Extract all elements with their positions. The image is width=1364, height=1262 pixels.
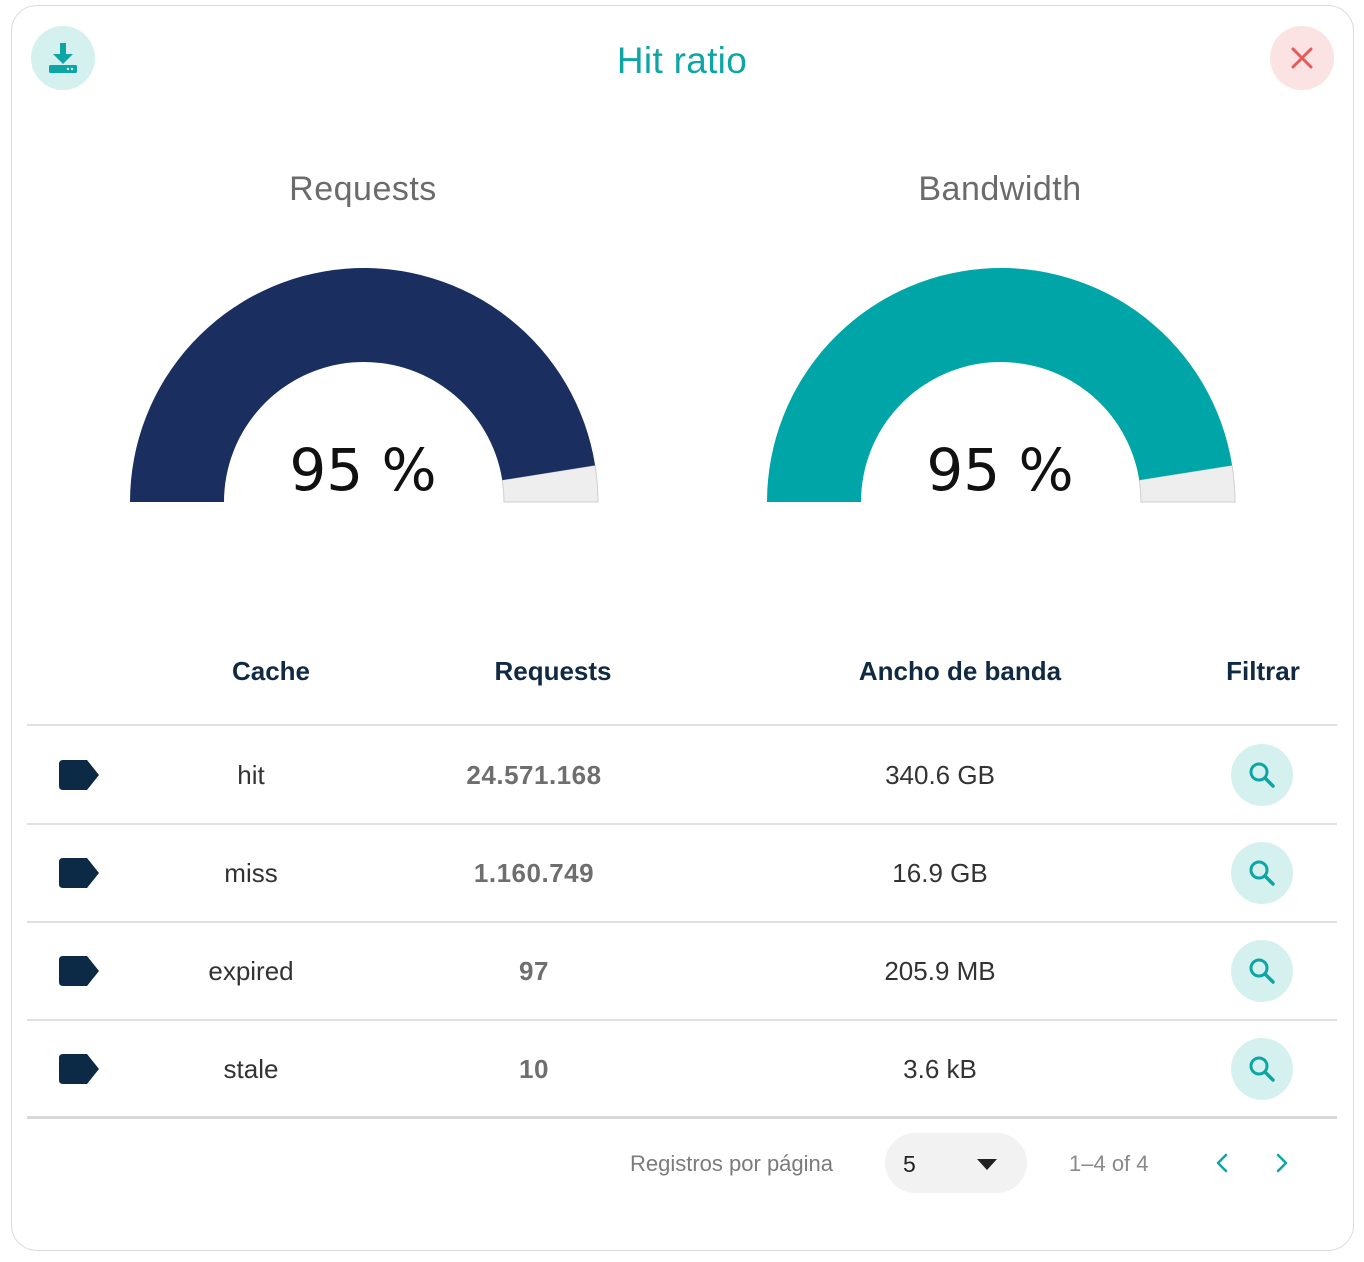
filter-button-expired[interactable] (1231, 940, 1293, 1002)
chevron-right-icon (1276, 1153, 1288, 1173)
cell-bandwidth: 340.6 GB (885, 760, 995, 790)
gauge-value-requests: 95 % (289, 436, 437, 504)
table-footer-divider (27, 1116, 1337, 1119)
gauge-title-bandwidth: Bandwidth (918, 170, 1082, 208)
cell-bandwidth: 3.6 kB (903, 1054, 977, 1084)
filter-button-stale[interactable] (1231, 1038, 1293, 1100)
dialog-title: Hit ratio (616, 40, 748, 81)
cell-requests: 1.160.749 (473, 858, 595, 888)
column-header-bandwidth: Ancho de banda (858, 656, 1062, 686)
cell-bandwidth: 16.9 GB (892, 858, 988, 888)
cell-cache: stale (223, 1054, 279, 1084)
cell-bandwidth: 205.9 MB (884, 956, 996, 986)
table-row-divider (27, 823, 1337, 825)
label-tag-icon (59, 956, 99, 986)
search-icon (1249, 860, 1275, 886)
table-row-divider (27, 1019, 1337, 1021)
close-x-icon (1291, 47, 1313, 69)
rows-per-page-select[interactable]: 5 (885, 1133, 1027, 1193)
table-row-divider (27, 921, 1337, 923)
cell-cache: expired (208, 956, 294, 986)
caret-down-icon (977, 1159, 997, 1170)
pagination-range: 1–4 of 4 (1069, 1151, 1149, 1176)
search-icon (1249, 1056, 1275, 1082)
rows-per-page-value: 5 (903, 1151, 916, 1177)
label-tag-icon (59, 760, 99, 790)
cell-cache: hit (237, 760, 265, 790)
label-tag-icon (59, 858, 99, 888)
cell-requests: 97 (519, 956, 549, 986)
gauge-value-bandwidth: 95 % (926, 436, 1074, 504)
previous-page-button[interactable] (1207, 1148, 1237, 1178)
gauge-title-requests: Requests (289, 170, 437, 208)
cell-requests: 10 (519, 1054, 549, 1084)
cell-requests: 24.571.168 (466, 760, 602, 790)
filter-button-hit[interactable] (1231, 744, 1293, 806)
next-page-button[interactable] (1267, 1148, 1297, 1178)
chevron-left-icon (1216, 1153, 1228, 1173)
rows-per-page-label: Registros por página (630, 1151, 834, 1176)
search-icon (1249, 958, 1275, 984)
label-tag-icon (59, 1054, 99, 1084)
close-button[interactable] (1270, 26, 1334, 90)
column-header-requests: Requests (494, 656, 612, 686)
table-divider (27, 724, 1337, 726)
cell-cache: miss (224, 858, 278, 888)
column-header-filter: Filtrar (1226, 656, 1300, 686)
filter-button-miss[interactable] (1231, 842, 1293, 904)
search-icon (1249, 762, 1275, 788)
column-header-cache: Cache (231, 656, 311, 686)
